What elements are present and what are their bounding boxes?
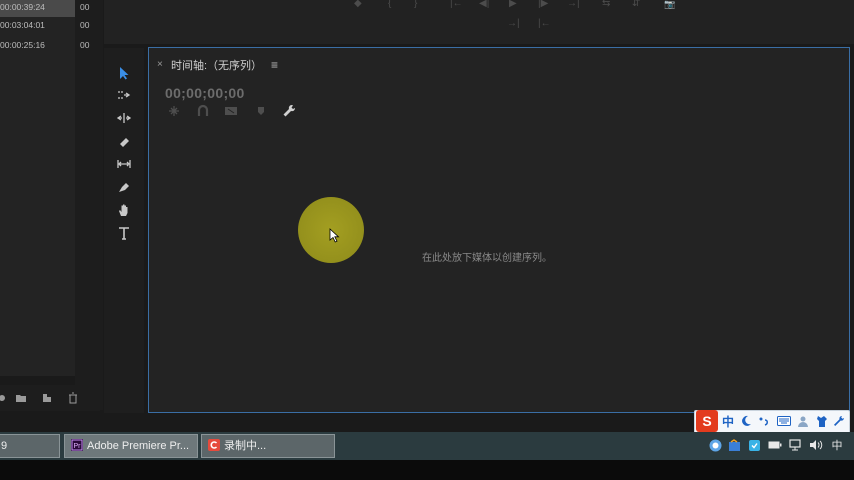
clip-extra: 00 — [80, 2, 90, 12]
mouse-pointer-icon — [329, 228, 340, 243]
punct-icon[interactable] — [756, 413, 772, 429]
timeline-tab-title[interactable]: 时间轴:（无序列） — [171, 57, 262, 73]
close-tab-icon[interactable]: × — [157, 59, 163, 70]
go-to-out-button[interactable]: →| — [567, 0, 580, 10]
taskbar-button-premiere[interactable]: Pr Adobe Premiere Pr... — [64, 434, 198, 458]
clip-extra: 00 — [80, 20, 90, 30]
svg-text:Pr: Pr — [74, 443, 82, 450]
tray-battery-icon[interactable] — [768, 438, 782, 452]
extract-button[interactable]: ⇵ — [632, 0, 640, 10]
new-bin-icon[interactable] — [15, 392, 27, 404]
new-item-icon[interactable] — [41, 392, 53, 404]
premiere-icon: Pr — [71, 439, 83, 451]
overwrite-button[interactable]: |← — [538, 18, 551, 30]
mark-out-button[interactable]: } — [414, 0, 417, 10]
tray-shield-icon[interactable] — [747, 438, 761, 452]
recorder-icon — [208, 439, 220, 451]
moon-icon[interactable] — [738, 413, 754, 429]
skin-icon[interactable] — [813, 413, 829, 429]
play-button[interactable]: ▶ — [509, 0, 517, 10]
snap-icon[interactable] — [196, 104, 210, 118]
project-column-divider — [75, 0, 103, 410]
linked-selection-icon[interactable] — [224, 104, 238, 118]
panel-menu-icon[interactable]: ≡ — [271, 58, 278, 72]
tools-icon[interactable] — [831, 413, 847, 429]
selection-tool-icon[interactable] — [116, 65, 132, 81]
user-icon[interactable] — [795, 413, 811, 429]
tray-volume-icon[interactable] — [809, 438, 823, 452]
taskbar-button-recorder[interactable]: 录制中... — [201, 434, 335, 458]
drop-media-hint: 在此处放下媒体以创建序列。 — [422, 253, 552, 264]
playhead-timecode[interactable]: 00;00;00;00 — [165, 85, 245, 101]
lift-button[interactable]: ⇆ — [602, 0, 610, 10]
wrench-icon[interactable] — [282, 104, 296, 118]
add-marker-button[interactable]: ◆ — [354, 0, 362, 10]
slip-tool-icon[interactable] — [116, 156, 132, 172]
tray-network-icon[interactable] — [789, 438, 803, 452]
taskbar-button-hidden[interactable]: 9 — [0, 434, 60, 458]
trash-icon[interactable] — [67, 392, 79, 404]
add-marker-icon[interactable] — [254, 104, 268, 118]
tray-app-icon[interactable] — [727, 438, 741, 452]
pen-tool-icon[interactable] — [116, 179, 132, 195]
tray-language-indicator[interactable]: 中 — [830, 438, 844, 452]
clip-duration: 00:00:25:16 — [0, 40, 45, 50]
sogou-logo-icon[interactable]: S — [696, 410, 718, 432]
clip-duration: 00:03:04:01 — [0, 20, 45, 30]
mark-in-button[interactable]: { — [388, 0, 391, 10]
keyboard-icon[interactable] — [776, 413, 792, 429]
list-view-icon[interactable] — [0, 392, 8, 404]
type-tool-icon[interactable] — [116, 225, 132, 241]
tray-bubble-icon[interactable] — [708, 438, 722, 452]
nest-toggle-icon[interactable] — [167, 104, 181, 118]
ripple-edit-tool-icon[interactable] — [116, 110, 132, 126]
clip-extra: 00 — [80, 40, 90, 50]
export-frame-button[interactable]: 📷 — [664, 0, 675, 10]
go-to-in-button[interactable]: |← — [450, 0, 463, 10]
track-select-tool-icon[interactable] — [116, 87, 132, 103]
ime-language-toggle[interactable]: 中 — [720, 413, 736, 429]
screen-bottom-bezel — [0, 460, 854, 480]
razor-tool-icon[interactable] — [116, 134, 132, 150]
step-forward-button[interactable]: |▶ — [538, 0, 548, 10]
step-back-button[interactable]: ◀| — [479, 0, 489, 10]
hand-tool-icon[interactable] — [116, 202, 132, 218]
insert-button[interactable]: →| — [507, 18, 520, 30]
timeline-panel[interactable] — [148, 47, 850, 413]
